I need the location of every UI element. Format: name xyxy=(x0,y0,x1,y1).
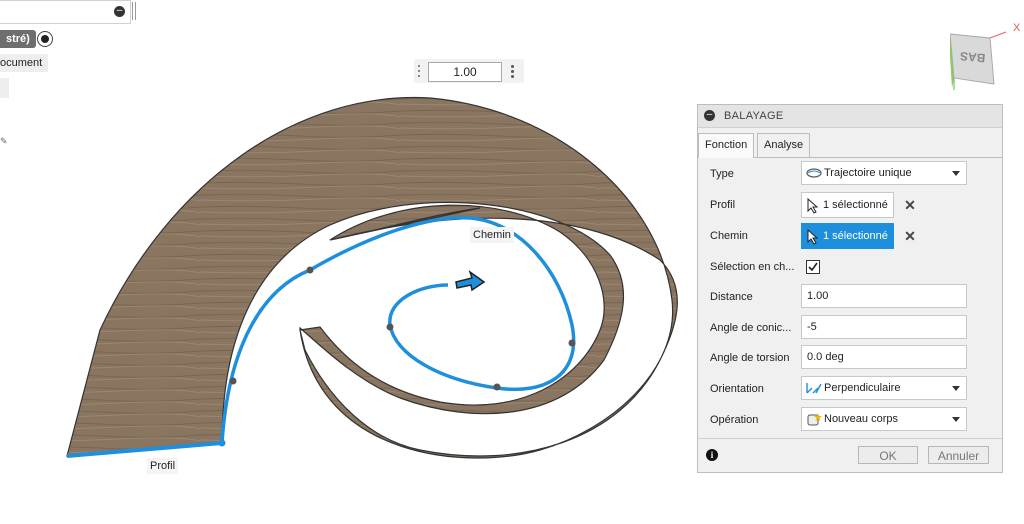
cursor-arrow-icon xyxy=(807,229,819,245)
path-vertex[interactable] xyxy=(493,383,501,391)
x-axis-label: X xyxy=(1013,22,1021,34)
type-select[interactable]: Trajectoire unique xyxy=(801,161,967,185)
profil-label: Profil xyxy=(710,199,736,211)
footer-divider xyxy=(698,438,1002,439)
checkmark-icon xyxy=(808,262,818,272)
taper-angle-field[interactable]: -5 xyxy=(801,315,967,339)
dialog-header[interactable]: – BALAYAGE xyxy=(698,105,1002,128)
sweep-dialog: – BALAYAGE Fonction Analyse Type Traject… xyxy=(697,104,1003,473)
profil-select-button[interactable]: 1 sélectionné xyxy=(801,192,894,218)
canvas-viewport[interactable] xyxy=(0,0,700,524)
path-vertex[interactable] xyxy=(306,266,314,274)
profil-value: 1 sélectionné xyxy=(823,199,888,211)
twist-angle-label: Angle de torsion xyxy=(710,352,790,364)
orientation-label: Orientation xyxy=(710,383,764,395)
cancel-button[interactable]: Annuler xyxy=(928,446,989,464)
new-body-icon xyxy=(807,413,822,426)
chevron-down-icon xyxy=(952,386,960,391)
operation-value: Nouveau corps xyxy=(824,413,898,425)
chain-selection-label: Sélection en ch... xyxy=(710,261,795,273)
path-vertex[interactable] xyxy=(568,339,576,347)
sweep-body xyxy=(66,96,678,459)
type-label: Type xyxy=(710,168,734,180)
twist-angle-field[interactable]: 0.0 deg xyxy=(801,345,967,369)
direction-arrow-icon[interactable] xyxy=(455,270,486,292)
clear-profil-icon[interactable]: ✕ xyxy=(903,198,917,212)
operation-select[interactable]: Nouveau corps xyxy=(801,407,967,431)
path-label: Chemin xyxy=(470,227,514,243)
ok-button[interactable]: OK xyxy=(858,446,918,464)
dialog-title: BALAYAGE xyxy=(724,110,784,122)
info-icon[interactable]: i xyxy=(706,449,718,461)
type-value: Trajectoire unique xyxy=(824,167,912,179)
chemin-value: 1 sélectionné xyxy=(823,230,888,242)
tab-analyse[interactable]: Analyse xyxy=(757,133,811,157)
profile-label: Profil xyxy=(147,458,179,474)
chevron-down-icon xyxy=(952,417,960,422)
chain-selection-checkbox[interactable] xyxy=(806,260,820,274)
collapse-icon[interactable]: – xyxy=(704,110,715,121)
taper-angle-label: Angle de conic... xyxy=(710,322,792,334)
viewcube-face-label: BAS xyxy=(959,48,986,66)
chemin-select-button[interactable]: 1 sélectionné xyxy=(801,223,894,249)
orientation-select[interactable]: Perpendiculaire xyxy=(801,376,967,400)
tab-fonction[interactable]: Fonction xyxy=(698,133,755,158)
path-vertex[interactable] xyxy=(229,377,237,385)
chemin-label: Chemin xyxy=(710,230,748,242)
orientation-value: Perpendiculaire xyxy=(824,382,901,394)
path-vertex[interactable] xyxy=(386,323,394,331)
single-path-icon xyxy=(806,168,822,178)
operation-label: Opération xyxy=(710,414,759,426)
clear-chemin-icon[interactable]: ✕ xyxy=(903,229,917,243)
chevron-down-icon xyxy=(952,171,960,176)
distance-field[interactable]: 1.00 xyxy=(801,284,967,308)
tab-bar: Fonction Analyse xyxy=(698,133,1002,158)
path-vertex[interactable] xyxy=(218,439,226,447)
distance-label: Distance xyxy=(710,291,753,303)
perpendicular-icon xyxy=(806,383,822,394)
cursor-arrow-icon xyxy=(807,198,819,214)
